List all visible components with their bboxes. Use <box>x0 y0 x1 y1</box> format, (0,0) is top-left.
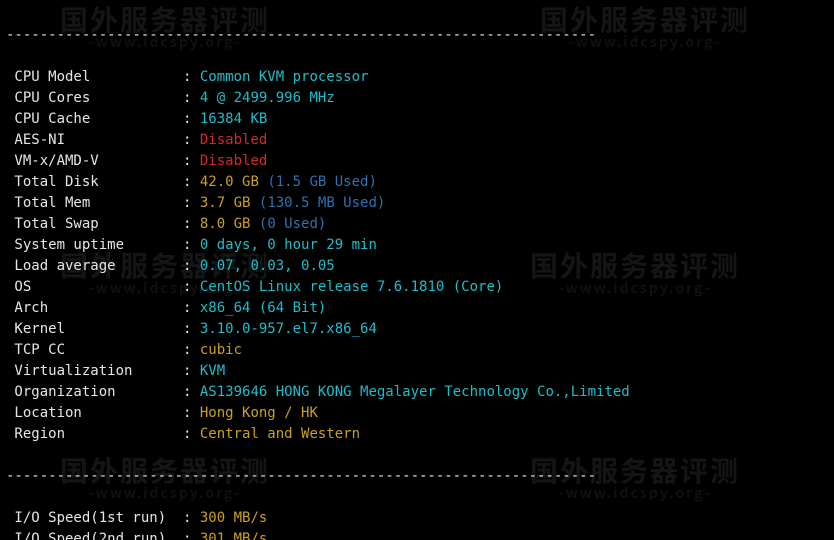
info-value: (0 Used) <box>259 214 326 235</box>
info-label: CPU Cores <box>6 88 183 109</box>
info-value: CentOS Linux release 7.6.1810 (Core) <box>200 277 503 298</box>
info-value: (130.5 MB Used) <box>259 193 385 214</box>
info-row: I/O Speed(1st run) : 300 MB/s <box>6 508 828 529</box>
info-row: AES-NI : Disabled <box>6 130 828 151</box>
info-separator: : <box>183 424 200 445</box>
info-separator: : <box>183 298 200 319</box>
info-value: Central and Western <box>200 424 360 445</box>
info-row: Load average : 0.07, 0.03, 0.05 <box>6 256 828 277</box>
info-row: Organization : AS139646 HONG KONG Megala… <box>6 382 828 403</box>
info-label: I/O Speed(1st run) <box>6 508 183 529</box>
info-label: Region <box>6 424 183 445</box>
info-row: Arch : x86_64 (64 Bit) <box>6 298 828 319</box>
info-row: System uptime : 0 days, 0 hour 29 min <box>6 235 828 256</box>
info-separator: : <box>183 67 200 88</box>
info-value: 16384 KB <box>200 109 267 130</box>
info-separator: : <box>183 403 200 424</box>
divider-mid: ----------------------------------------… <box>6 466 828 487</box>
info-label: Total Mem <box>6 193 183 214</box>
info-row: Total Disk : 42.0 GB (1.5 GB Used) <box>6 172 828 193</box>
info-value: 0 days, 0 hour 29 min <box>200 235 377 256</box>
info-value: Common KVM processor <box>200 67 369 88</box>
info-label: Total Swap <box>6 214 183 235</box>
info-separator: : <box>183 382 200 403</box>
info-label: TCP CC <box>6 340 183 361</box>
info-row: I/O Speed(2nd run) : 301 MB/s <box>6 529 828 540</box>
info-label: CPU Model <box>6 67 183 88</box>
info-label: OS <box>6 277 183 298</box>
info-row: CPU Cache : 16384 KB <box>6 109 828 130</box>
info-value: 4 @ 2499.996 MHz <box>200 88 335 109</box>
info-row: Location : Hong Kong / HK <box>6 403 828 424</box>
divider-top: ----------------------------------------… <box>6 25 828 46</box>
io-speed-block: I/O Speed(1st run) : 300 MB/s I/O Speed(… <box>6 508 828 540</box>
info-label: Kernel <box>6 319 183 340</box>
info-value: cubic <box>200 340 242 361</box>
info-value: 3.7 GB <box>200 193 259 214</box>
info-separator: : <box>183 130 200 151</box>
info-value: Disabled <box>200 130 267 151</box>
info-value: 301 MB/s <box>200 529 267 540</box>
info-separator: : <box>183 319 200 340</box>
info-row: TCP CC : cubic <box>6 340 828 361</box>
info-row: VM-x/AMD-V : Disabled <box>6 151 828 172</box>
info-separator: : <box>183 88 200 109</box>
info-value: 3.10.0-957.el7.x86_64 <box>200 319 377 340</box>
info-row: Total Swap : 8.0 GB (0 Used) <box>6 214 828 235</box>
info-separator: : <box>183 109 200 130</box>
info-value: (1.5 GB Used) <box>267 172 377 193</box>
info-row: Region : Central and Western <box>6 424 828 445</box>
info-label: I/O Speed(2nd run) <box>6 529 183 540</box>
info-label: Arch <box>6 298 183 319</box>
info-value: 300 MB/s <box>200 508 267 529</box>
info-separator: : <box>183 151 200 172</box>
info-separator: : <box>183 214 200 235</box>
info-label: System uptime <box>6 235 183 256</box>
info-value: 8.0 GB <box>200 214 259 235</box>
info-value: KVM <box>200 361 225 382</box>
info-row: Total Mem : 3.7 GB (130.5 MB Used) <box>6 193 828 214</box>
info-value: AS139646 HONG KONG Megalayer Technology … <box>200 382 630 403</box>
info-value: Disabled <box>200 151 267 172</box>
info-label: AES-NI <box>6 130 183 151</box>
terminal-output: ----------------------------------------… <box>0 0 834 540</box>
info-separator: : <box>183 529 200 540</box>
info-label: VM-x/AMD-V <box>6 151 183 172</box>
info-value: 42.0 GB <box>200 172 267 193</box>
info-value: Hong Kong / HK <box>200 403 318 424</box>
info-value: x86_64 (64 Bit) <box>200 298 326 319</box>
info-separator: : <box>183 340 200 361</box>
info-row: Kernel : 3.10.0-957.el7.x86_64 <box>6 319 828 340</box>
system-info-block: CPU Model : Common KVM processor CPU Cor… <box>6 67 828 445</box>
info-row: CPU Model : Common KVM processor <box>6 67 828 88</box>
info-row: CPU Cores : 4 @ 2499.996 MHz <box>6 88 828 109</box>
info-separator: : <box>183 508 200 529</box>
info-label: Total Disk <box>6 172 183 193</box>
info-label: Location <box>6 403 183 424</box>
info-separator: : <box>183 256 200 277</box>
info-separator: : <box>183 172 200 193</box>
info-separator: : <box>183 277 200 298</box>
info-value: 0.07, 0.03, 0.05 <box>200 256 335 277</box>
info-separator: : <box>183 235 200 256</box>
info-label: CPU Cache <box>6 109 183 130</box>
info-separator: : <box>183 361 200 382</box>
info-separator: : <box>183 193 200 214</box>
info-row: Virtualization : KVM <box>6 361 828 382</box>
info-label: Load average <box>6 256 183 277</box>
info-label: Virtualization <box>6 361 183 382</box>
info-label: Organization <box>6 382 183 403</box>
info-row: OS : CentOS Linux release 7.6.1810 (Core… <box>6 277 828 298</box>
